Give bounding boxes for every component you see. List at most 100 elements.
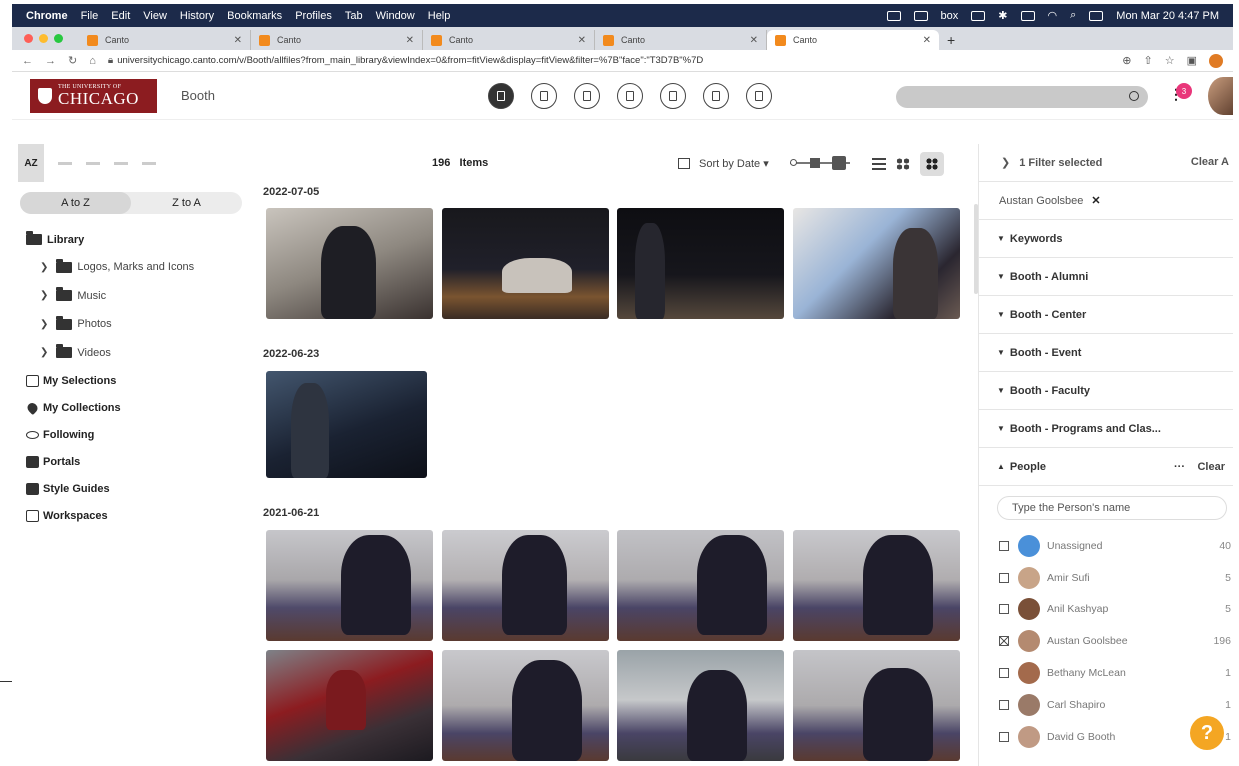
- sort-by-date-dropdown[interactable]: Sort by Date ▾: [678, 157, 769, 170]
- menu-profiles[interactable]: Profiles: [295, 10, 332, 22]
- remove-filter-icon[interactable]: ✕: [1091, 194, 1100, 207]
- person-row[interactable]: Bethany McLean 1: [979, 657, 1233, 689]
- close-tab-icon[interactable]: ✕: [923, 35, 931, 46]
- checkbox[interactable]: [999, 668, 1009, 679]
- person-row[interactable]: Austan Goolsbee 196: [979, 625, 1233, 657]
- asset-thumbnail[interactable]: [617, 530, 784, 641]
- chevron-right-icon[interactable]: ❯: [40, 319, 48, 330]
- search-input[interactable]: [896, 86, 1148, 108]
- sort-az-tab[interactable]: AZ: [18, 144, 44, 182]
- facet-booth-faculty[interactable]: ▼ Booth - Faculty: [979, 372, 1233, 410]
- sort-option-icon[interactable]: [114, 161, 128, 165]
- back-icon[interactable]: ←: [22, 55, 33, 67]
- menu-chrome[interactable]: Chrome: [26, 10, 68, 22]
- sort-option-icon[interactable]: [142, 161, 156, 165]
- forward-icon[interactable]: →: [45, 55, 56, 67]
- list-view-icon[interactable]: [872, 158, 886, 170]
- folder-videos[interactable]: ❯ Videos: [26, 339, 250, 368]
- status-icon[interactable]: [913, 10, 928, 21]
- close-tab-icon[interactable]: ✕: [234, 35, 242, 46]
- sort-option-icon[interactable]: [58, 161, 72, 165]
- chevron-right-icon[interactable]: ❯: [40, 290, 48, 301]
- box-icon[interactable]: box: [941, 10, 959, 22]
- close-tab-icon[interactable]: ✕: [578, 35, 586, 46]
- checkbox[interactable]: [999, 731, 1009, 742]
- browser-tab[interactable]: Canto ✕: [79, 30, 251, 50]
- maximize-window-icon[interactable]: [54, 34, 63, 43]
- nav-workspaces[interactable]: Workspaces: [26, 502, 250, 529]
- menubar-clock[interactable]: Mon Mar 20 4:47 PM: [1116, 10, 1219, 22]
- a-to-z-button[interactable]: A to Z: [20, 192, 131, 214]
- chevron-right-icon[interactable]: ❯: [40, 262, 48, 273]
- people-clear-button[interactable]: Clear: [1197, 461, 1225, 473]
- library-root[interactable]: Library: [26, 226, 250, 253]
- menu-file[interactable]: File: [81, 10, 99, 22]
- fit-view-icon[interactable]: [920, 152, 944, 176]
- facet-booth-center[interactable]: ▼ Booth - Center: [979, 296, 1233, 334]
- checkbox[interactable]: [999, 572, 1009, 583]
- asset-thumbnail[interactable]: [266, 371, 427, 478]
- asset-thumbnail[interactable]: [793, 208, 960, 319]
- nav-my-collections[interactable]: My Collections: [25, 394, 250, 421]
- more-options-icon[interactable]: ···: [1174, 461, 1185, 473]
- person-search-input[interactable]: Type the Person's name: [997, 496, 1227, 520]
- asset-thumbnail[interactable]: [266, 530, 433, 641]
- menu-history[interactable]: History: [180, 10, 214, 22]
- checkbox[interactable]: [999, 699, 1009, 710]
- folder-logos[interactable]: ❯ Logos, Marks and Icons: [26, 253, 250, 282]
- folder-photos[interactable]: ❯ Photos: [26, 310, 250, 339]
- battery-icon[interactable]: [1020, 10, 1035, 21]
- side-panel-icon[interactable]: ▣: [1187, 54, 1197, 67]
- reload-icon[interactable]: ↻: [68, 54, 77, 67]
- checkbox[interactable]: [999, 604, 1009, 615]
- menu-window[interactable]: Window: [376, 10, 415, 22]
- user-avatar[interactable]: [1208, 77, 1233, 115]
- menu-view[interactable]: View: [143, 10, 167, 22]
- person-row[interactable]: Anil Kashyap 5: [979, 594, 1233, 626]
- facet-booth-event[interactable]: ▼ Booth - Event: [979, 334, 1233, 372]
- person-row[interactable]: Carl Shapiro 1: [979, 689, 1233, 721]
- person-row[interactable]: Unassigned 40: [979, 530, 1233, 562]
- browser-tab[interactable]: Canto ✕: [423, 30, 595, 50]
- chevron-right-icon[interactable]: ❯: [1001, 156, 1010, 169]
- menu-bookmarks[interactable]: Bookmarks: [227, 10, 282, 22]
- asset-thumbnail[interactable]: [617, 650, 784, 761]
- notification-badge[interactable]: 3: [1176, 83, 1192, 99]
- close-tab-icon[interactable]: ✕: [406, 35, 414, 46]
- facet-keywords[interactable]: ▼ Keywords: [979, 220, 1233, 258]
- facet-booth-programs[interactable]: ▼ Booth - Programs and Clas...: [979, 410, 1233, 448]
- profile-icon[interactable]: [1209, 53, 1223, 68]
- asset-thumbnail[interactable]: [793, 530, 960, 641]
- grid-view-icon[interactable]: [896, 158, 910, 170]
- home-icon[interactable]: ⌂: [89, 55, 96, 67]
- browser-tab-active[interactable]: Canto ✕: [767, 30, 939, 50]
- minimize-window-icon[interactable]: [39, 34, 48, 43]
- close-window-icon[interactable]: [24, 34, 33, 43]
- university-logo[interactable]: THE UNIVERSITY OF CHICAGO: [30, 78, 157, 113]
- asset-thumbnail[interactable]: [266, 650, 433, 761]
- control-center-icon[interactable]: [1089, 10, 1104, 21]
- menu-help[interactable]: Help: [428, 10, 451, 22]
- status-icon[interactable]: [886, 10, 901, 21]
- checkbox-checked[interactable]: [999, 636, 1009, 647]
- new-tab-icon[interactable]: +: [947, 32, 955, 48]
- share-icon[interactable]: ⇧: [1144, 54, 1153, 67]
- other-files-icon[interactable]: [746, 83, 772, 109]
- asset-thumbnail[interactable]: [442, 208, 609, 319]
- facet-people[interactable]: ▲ People ··· Clear: [979, 448, 1233, 486]
- facet-booth-alumni[interactable]: ▼ Booth - Alumni: [979, 258, 1233, 296]
- help-button[interactable]: ?: [1190, 716, 1224, 750]
- thumbnail-size-slider[interactable]: [790, 156, 850, 170]
- browser-tab[interactable]: Canto ✕: [251, 30, 423, 50]
- chevron-right-icon[interactable]: ❯: [40, 347, 48, 358]
- asset-thumbnail[interactable]: [266, 208, 433, 319]
- bookmark-star-icon[interactable]: ☆: [1165, 54, 1175, 67]
- search-icon[interactable]: [1129, 91, 1139, 101]
- images-icon[interactable]: [531, 83, 557, 109]
- menu-edit[interactable]: Edit: [111, 10, 130, 22]
- asset-thumbnail[interactable]: [442, 650, 609, 761]
- audio-icon[interactable]: [617, 83, 643, 109]
- filters-selected-header[interactable]: ❯ 1 Filter selected Clear A: [979, 144, 1233, 182]
- browser-tab[interactable]: Canto ✕: [595, 30, 767, 50]
- video-play-icon[interactable]: [574, 83, 600, 109]
